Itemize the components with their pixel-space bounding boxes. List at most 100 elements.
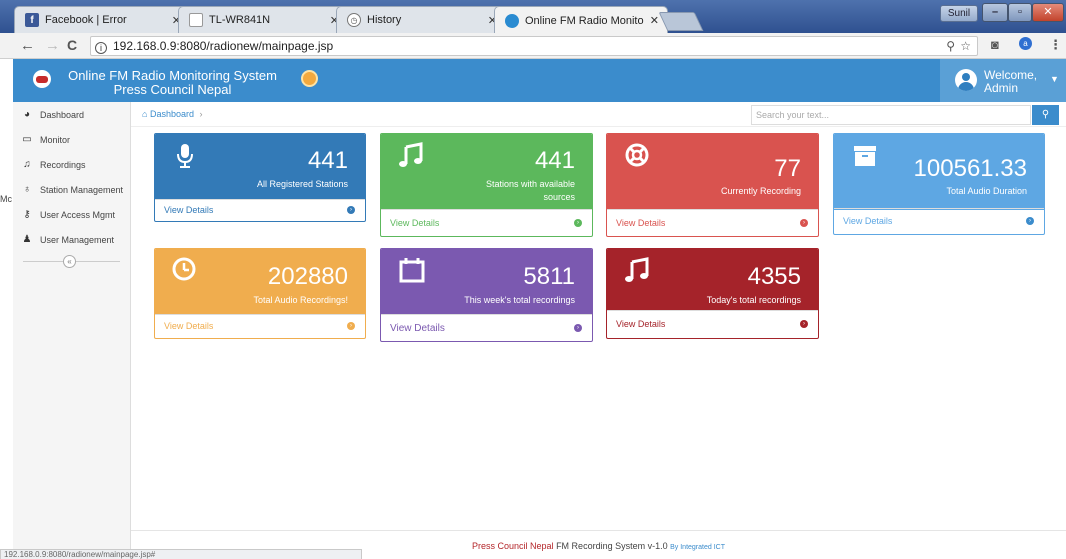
sidebar-collapse[interactable]: « bbox=[13, 252, 130, 272]
card-header: 4355 Today's total recordings bbox=[607, 249, 818, 311]
card-footer[interactable]: View Details › bbox=[607, 209, 818, 236]
browser-tab[interactable]: ◷ History ✕ bbox=[336, 6, 506, 33]
stat-card-today-recordings: 4355 Today's total recordings View Detai… bbox=[606, 248, 819, 339]
zoom-icon[interactable]: ⚲ bbox=[946, 37, 955, 55]
maximize-button[interactable]: ▫ bbox=[1008, 3, 1032, 22]
caret-down-icon: ▼ bbox=[1050, 74, 1059, 84]
reload-icon[interactable]: C bbox=[67, 37, 77, 53]
back-icon[interactable]: ← bbox=[20, 37, 35, 54]
user-menu[interactable]: Welcome, Admin ▼ bbox=[940, 59, 1066, 102]
url-input[interactable]: i 192.168.0.9:8080/radionew/mainpage.jsp … bbox=[90, 36, 978, 56]
view-details-link[interactable]: View Details bbox=[843, 216, 892, 226]
url-text: 192.168.0.9:8080/radionew/mainpage.jsp bbox=[113, 39, 334, 53]
footer-credit-link[interactable]: By Integrated ICT bbox=[670, 544, 725, 551]
sidebar-item-label: Station Management bbox=[40, 184, 124, 195]
extension-icon[interactable]: a bbox=[1019, 37, 1032, 50]
sidebar-item-dashboard[interactable]: ◕ Dashboard bbox=[13, 102, 130, 127]
music-note-icon bbox=[625, 257, 649, 282]
document-icon bbox=[189, 13, 203, 27]
key-icon: ⚷ bbox=[23, 209, 31, 220]
view-details-link[interactable]: View Details bbox=[616, 218, 665, 228]
browser-tab[interactable]: f Facebook | Error ✕ bbox=[14, 6, 190, 33]
search-input[interactable] bbox=[751, 105, 1031, 125]
card-footer[interactable]: View Details › bbox=[834, 208, 1044, 234]
bookmark-star-icon[interactable]: ☆ bbox=[960, 37, 971, 55]
sidebar-item-label: User Access Mgmt bbox=[40, 209, 116, 220]
sidebar-item-user-access[interactable]: ⚷ User Access Mgmt bbox=[13, 202, 130, 227]
card-value: 77 bbox=[774, 155, 801, 182]
view-details-link[interactable]: View Details bbox=[390, 323, 445, 334]
card-header: 441 Stations with available sources bbox=[381, 134, 592, 210]
view-details-link[interactable]: View Details bbox=[616, 319, 665, 329]
arrow-circle-right-icon[interactable]: › bbox=[347, 322, 355, 330]
arrow-circle-right-icon[interactable]: › bbox=[347, 206, 355, 214]
sidebar-item-label: Dashboard bbox=[40, 109, 85, 120]
minimize-button[interactable]: – bbox=[982, 3, 1008, 22]
tab-title: TL-WR841N bbox=[209, 14, 271, 26]
card-label: Stations with available sources bbox=[485, 179, 575, 202]
view-details-link[interactable]: View Details bbox=[164, 321, 213, 331]
facebook-icon: f bbox=[25, 13, 39, 27]
card-header: 441 All Registered Stations bbox=[155, 134, 365, 200]
card-header: 5811 This week's total recordings bbox=[381, 249, 592, 315]
arrow-circle-right-icon[interactable]: › bbox=[1026, 217, 1034, 225]
logo-icon bbox=[33, 70, 51, 88]
search-button[interactable]: ⚲ bbox=[1032, 105, 1059, 125]
stat-card-total-duration: 100561.33 Total Audio Duration View Deta… bbox=[833, 133, 1045, 235]
welcome-text: Welcome, Admin bbox=[984, 69, 1037, 95]
page-title: Online FM Radio Monitoring System Press … bbox=[65, 69, 280, 97]
card-label: All Registered Stations bbox=[256, 179, 348, 189]
sidebar-item-label: Monitor bbox=[40, 134, 71, 145]
view-details-link[interactable]: View Details bbox=[390, 218, 439, 228]
view-details-link[interactable]: View Details bbox=[164, 205, 213, 215]
breadcrumb[interactable]: ⌂ Dashboard › bbox=[142, 109, 203, 119]
notification-icon[interactable] bbox=[301, 70, 318, 87]
card-footer[interactable]: View Details › bbox=[381, 314, 592, 341]
card-label: Today's total recordings bbox=[706, 295, 801, 305]
title-line1: Online FM Radio Monitoring System bbox=[68, 68, 277, 83]
microphone-icon: ♁ bbox=[23, 184, 31, 195]
sidebar-item-recordings[interactable]: ♫ Recordings bbox=[13, 152, 130, 177]
card-footer[interactable]: View Details › bbox=[155, 199, 365, 221]
card-value: 5811 bbox=[523, 263, 575, 290]
sidebar-item-station-management[interactable]: ♁ Station Management bbox=[13, 177, 130, 202]
card-footer[interactable]: View Details › bbox=[607, 310, 818, 338]
card-header: 100561.33 Total Audio Duration bbox=[834, 134, 1044, 210]
browser-tab-strip: f Facebook | Error ✕ TL-WR841N ✕ ◷ Histo… bbox=[0, 0, 1066, 33]
sidebar: ◕ Dashboard ▭ Monitor ♫ Recordings ♁ Sta… bbox=[13, 102, 131, 550]
forward-icon[interactable]: → bbox=[45, 37, 60, 54]
close-window-button[interactable]: ✕ bbox=[1032, 3, 1064, 22]
menu-icon[interactable]: ⋮ bbox=[1049, 37, 1062, 53]
arrow-circle-right-icon[interactable]: › bbox=[574, 219, 582, 227]
new-tab-button[interactable] bbox=[658, 12, 704, 31]
card-header: 202880 Total Audio Recordings! bbox=[155, 249, 365, 315]
arrow-circle-right-icon[interactable]: › bbox=[800, 219, 808, 227]
stat-card-currently-recording: 77 Currently Recording View Details › bbox=[606, 133, 819, 237]
sidebar-item-monitor[interactable]: ▭ Monitor bbox=[13, 127, 130, 152]
music-note-icon bbox=[399, 142, 423, 167]
profile-button[interactable]: Sunil bbox=[940, 5, 978, 22]
calendar-icon bbox=[399, 258, 425, 283]
camera-icon[interactable]: ◙ bbox=[991, 37, 999, 52]
stat-card-total-recordings: 202880 Total Audio Recordings! View Deta… bbox=[154, 248, 366, 339]
card-footer[interactable]: View Details › bbox=[155, 314, 365, 338]
arrow-circle-right-icon[interactable]: › bbox=[800, 320, 808, 328]
close-icon[interactable]: ✕ bbox=[650, 14, 659, 27]
title-line2: Press Council Nepal bbox=[113, 82, 232, 97]
card-footer[interactable]: View Details › bbox=[381, 209, 592, 236]
dashboard-icon: ◕ bbox=[23, 109, 31, 120]
card-value: 441 bbox=[534, 147, 575, 174]
life-ring-icon bbox=[625, 143, 649, 167]
browser-tab[interactable]: TL-WR841N ✕ bbox=[178, 6, 348, 33]
sidebar-item-user-management[interactable]: ♟ User Management bbox=[13, 227, 130, 252]
browser-tab-active[interactable]: Online FM Radio Monito ✕ bbox=[494, 6, 668, 33]
info-icon[interactable]: i bbox=[95, 42, 107, 54]
sidebar-item-label: User Management bbox=[40, 234, 115, 245]
status-bar-url: 192.168.0.9:8080/radionew/mainpage.jsp# bbox=[0, 549, 362, 559]
arrow-circle-right-icon[interactable]: › bbox=[574, 324, 582, 332]
stat-card-week-recordings: 5811 This week's total recordings View D… bbox=[380, 248, 593, 342]
collapse-icon[interactable]: « bbox=[63, 255, 76, 268]
clock-icon bbox=[172, 257, 196, 281]
footer-brand: Press Council Nepal bbox=[472, 541, 554, 551]
card-value: 202880 bbox=[267, 263, 348, 290]
